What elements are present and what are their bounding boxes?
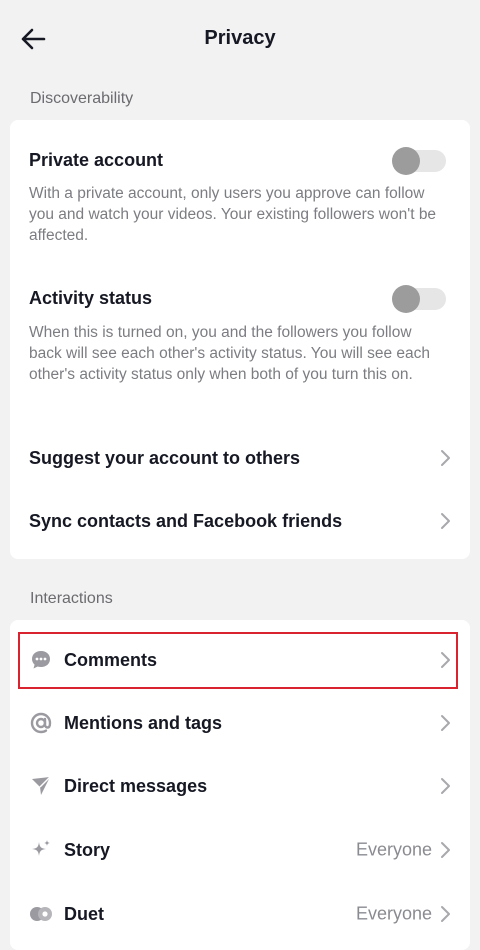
private-account-row: Private account <box>10 142 470 178</box>
duet-value: Everyone <box>355 903 432 924</box>
private-account-description: With a private account, only users you a… <box>29 185 437 244</box>
header-bar: Privacy <box>0 0 480 76</box>
duet-row[interactable]: Duet Everyone <box>10 884 470 944</box>
activity-status-label: Activity status <box>29 287 153 308</box>
direct-messages-row[interactable]: Direct messages <box>10 756 470 816</box>
activity-status-row: Activity status <box>10 280 470 316</box>
sync-contacts-row[interactable]: Sync contacts and Facebook friends <box>10 491 470 551</box>
story-value: Everyone <box>355 839 432 860</box>
chevron-right-icon <box>441 906 450 922</box>
duet-label: Duet <box>64 903 104 924</box>
sparkle-icon <box>29 838 53 862</box>
suggest-account-row[interactable]: Suggest your account to others <box>10 428 470 488</box>
toggle-knob <box>392 147 420 175</box>
chevron-right-icon <box>441 513 450 529</box>
chevron-right-icon <box>441 715 450 731</box>
chevron-right-icon <box>441 778 450 794</box>
duet-icon <box>29 902 53 926</box>
chevron-right-icon <box>441 450 450 466</box>
mentions-tags-label: Mentions and tags <box>64 712 223 733</box>
direct-messages-label: Direct messages <box>64 775 208 796</box>
chevron-right-icon <box>441 842 450 858</box>
private-account-toggle[interactable] <box>392 147 446 175</box>
suggest-account-label: Suggest your account to others <box>29 447 301 468</box>
discoverability-card: Private account With a private account, … <box>10 120 470 559</box>
activity-status-description: When this is turned on, you and the foll… <box>29 324 431 383</box>
private-account-label: Private account <box>29 149 164 170</box>
toggle-knob <box>392 285 420 313</box>
arrow-left-icon <box>21 28 46 50</box>
section-label-discoverability: Discoverability <box>30 90 134 107</box>
sync-contacts-label: Sync contacts and Facebook friends <box>29 510 343 531</box>
activity-status-toggle[interactable] <box>392 285 446 313</box>
mentions-tags-row[interactable]: Mentions and tags <box>10 693 470 753</box>
section-label-interactions: Interactions <box>30 590 113 607</box>
back-button[interactable] <box>18 24 48 54</box>
at-icon <box>29 711 53 735</box>
story-row[interactable]: Story Everyone <box>10 820 470 880</box>
comments-highlight-box <box>18 632 458 689</box>
send-icon <box>29 774 53 798</box>
story-label: Story <box>64 839 111 860</box>
page-title: Privacy <box>204 26 276 49</box>
